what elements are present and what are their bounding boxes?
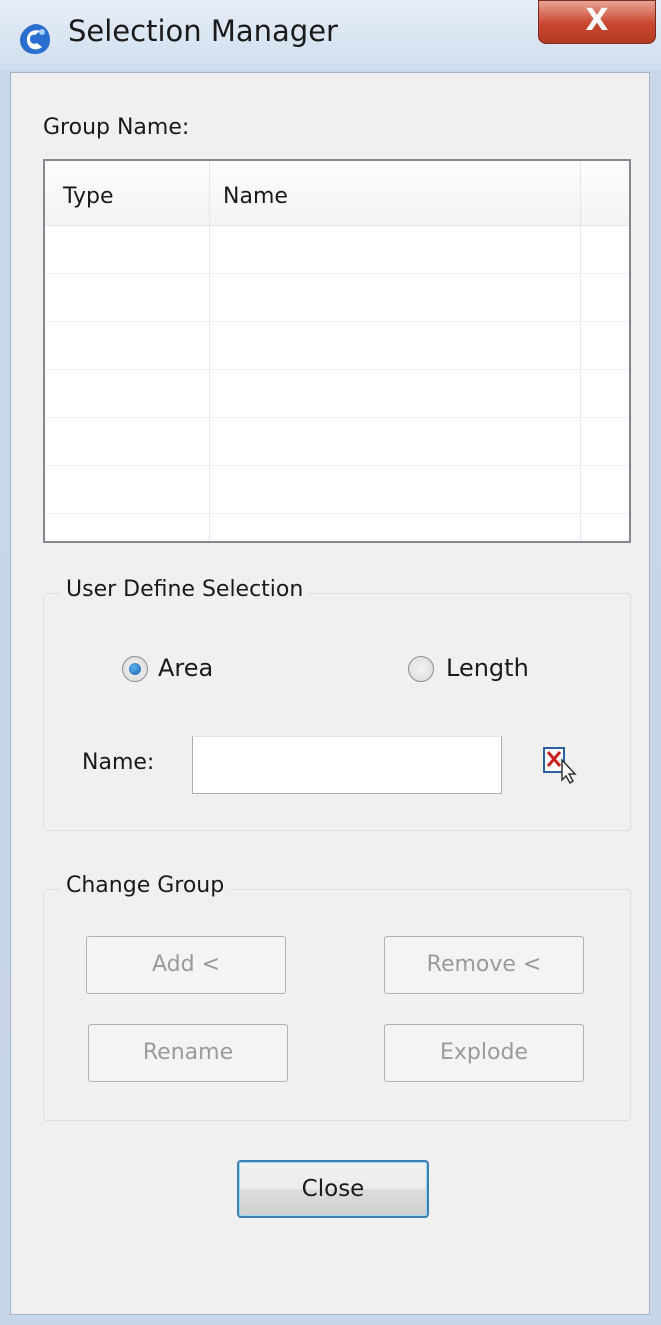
change-group-title: Change Group (60, 873, 231, 898)
area-radio-label[interactable]: Area (158, 654, 213, 682)
dialog-body: Group Name: Type Name User Define Select… (10, 72, 650, 1315)
area-radio[interactable] (122, 656, 148, 682)
close-button[interactable]: Close (237, 1160, 429, 1218)
empty-row (45, 273, 629, 274)
app-icon (20, 24, 50, 54)
selection-manager-window: Selection Manager X Group Name: Type Nam… (0, 0, 661, 1325)
empty-row (45, 321, 629, 322)
column-divider (580, 161, 581, 541)
window-close-button[interactable]: X (538, 0, 656, 44)
column-header-type[interactable]: Type (63, 161, 114, 225)
radio-selected-dot (129, 663, 141, 675)
empty-row (45, 369, 629, 370)
name-label: Name: (82, 750, 155, 775)
window-title: Selection Manager (68, 14, 338, 48)
name-input[interactable] (192, 736, 502, 794)
user-define-selection-title: User Define Selection (60, 577, 310, 602)
change-group-box: Change Group Add < Remove < Rename Explo… (43, 873, 631, 1121)
length-radio-label[interactable]: Length (446, 654, 529, 682)
empty-row (45, 465, 629, 466)
list-header: Type Name (45, 161, 629, 226)
empty-row (45, 513, 629, 514)
rename-button[interactable]: Rename (88, 1024, 288, 1082)
group-list[interactable]: Type Name (43, 159, 631, 543)
column-header-name[interactable]: Name (223, 161, 288, 225)
explode-button[interactable]: Explode (384, 1024, 584, 1082)
select-object-icon[interactable] (542, 744, 580, 784)
group-name-label: Group Name: (43, 115, 190, 140)
column-divider (209, 161, 210, 541)
length-radio[interactable] (408, 656, 434, 682)
add-button[interactable]: Add < (86, 936, 286, 994)
empty-row (45, 417, 629, 418)
title-bar[interactable]: Selection Manager X (0, 0, 661, 70)
remove-button[interactable]: Remove < (384, 936, 584, 994)
user-define-selection-group: User Define Selection Area Length Name: (43, 577, 631, 831)
